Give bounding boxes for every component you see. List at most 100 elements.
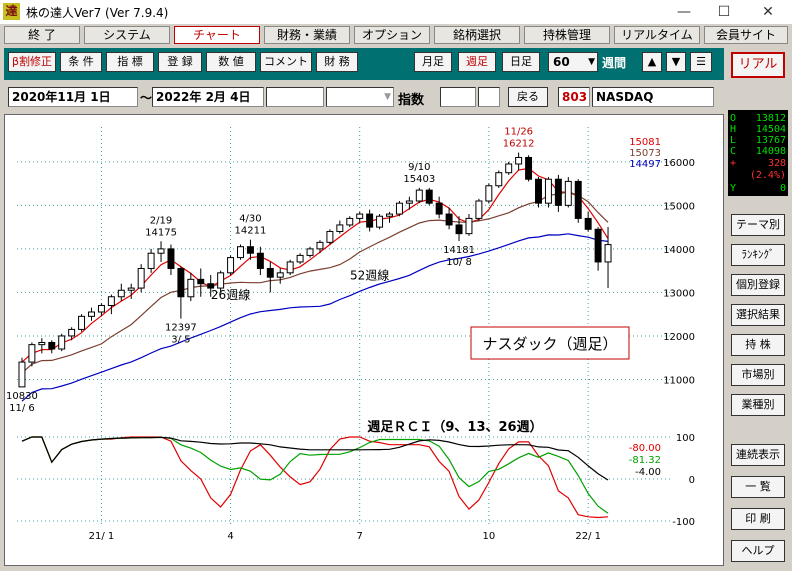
daily-button[interactable]: 日足 — [502, 52, 540, 72]
open-value: 13812 — [755, 113, 786, 124]
split-adjust-button[interactable]: β割修正 — [8, 52, 56, 72]
candle-body — [574, 180, 582, 219]
candle-body — [594, 228, 602, 263]
print-button[interactable]: 印 刷 — [731, 508, 785, 530]
blank-field[interactable] — [266, 87, 324, 107]
index-select[interactable]: ▼ — [326, 87, 394, 107]
end-date-field[interactable]: 2022年 2月 4日 — [152, 87, 264, 107]
annotation-date: 11/26 — [504, 127, 533, 138]
y-tick-label: 13000 — [663, 288, 695, 299]
market-button[interactable]: 市場別 — [731, 364, 785, 386]
continuous-display-button[interactable]: 連続表示 — [731, 444, 785, 466]
menu-lines-icon[interactable]: ☰ — [690, 52, 712, 72]
menu-holdings[interactable]: 持株管理 — [524, 26, 610, 44]
ranking-button[interactable]: ﾗﾝｷﾝｸﾞ — [731, 244, 785, 266]
candle-body — [286, 261, 294, 274]
candle-body — [544, 178, 552, 204]
menu-exit[interactable]: 終 了 — [4, 26, 80, 44]
candle-body — [356, 213, 364, 219]
annotation-date: 4/30 — [239, 214, 261, 225]
candle-body — [58, 335, 66, 350]
x-tick-label: 21/ 1 — [89, 531, 115, 542]
annotation-date: 3/ 5 — [171, 335, 190, 346]
candle-body — [68, 328, 76, 337]
candle-body — [246, 246, 254, 254]
candle-body — [147, 252, 155, 269]
indicator-button[interactable]: 指 標 — [106, 52, 154, 72]
period-count-select[interactable]: 60 ▼ — [548, 52, 598, 72]
annotation-date: 2/19 — [150, 215, 172, 226]
up-arrow-icon[interactable]: ▲ — [642, 52, 662, 72]
finance-button[interactable]: 財 務 — [316, 52, 358, 72]
quote-panel: O 13812 H 14504 L 13767 C 14098 + 328 (2… — [728, 110, 788, 196]
down-arrow-icon[interactable]: ▼ — [666, 52, 686, 72]
rci-tick-label: 100 — [676, 433, 695, 444]
high-value: 14504 — [755, 124, 786, 135]
candle-body — [97, 304, 105, 313]
candle-body — [495, 172, 503, 187]
rci-value: -81.32 — [629, 455, 661, 466]
rci-tick-label: 0 — [689, 475, 695, 486]
chart-area[interactable]: 11000 12000 13000 14000 15000 16000 21/ 1 4 7 10 2… — [4, 114, 724, 566]
candle-body — [266, 267, 274, 278]
close-icon[interactable]: ✕ — [756, 2, 780, 22]
candle-body — [157, 248, 165, 254]
values-button[interactable]: 数 値 — [206, 52, 256, 72]
candle-body — [237, 246, 244, 259]
y-tick-label: 12000 — [663, 332, 695, 343]
candle-body — [475, 200, 483, 219]
x-tick-label: 10 — [482, 531, 495, 542]
annotation-price: 14211 — [235, 226, 267, 237]
industry-button[interactable]: 業種別 — [731, 394, 785, 416]
candle-body — [604, 244, 612, 263]
start-date-field[interactable]: 2020年11月 1日 — [8, 87, 138, 107]
menu-chart[interactable]: チャート — [174, 26, 260, 44]
candle-body — [78, 315, 86, 330]
candle-body — [177, 267, 185, 298]
select-result-button[interactable]: 選択結果 — [731, 304, 785, 326]
stock-code-field[interactable]: 803 — [558, 87, 590, 107]
candle-body — [48, 341, 56, 350]
y-tick-label: 11000 — [663, 375, 695, 386]
individual-register-button[interactable]: 個別登録 — [731, 274, 785, 296]
menu-realtime[interactable]: リアルタイム — [614, 26, 700, 44]
minimize-icon[interactable]: — — [672, 2, 696, 22]
maximize-icon[interactable]: ☐ — [712, 2, 736, 22]
menu-option[interactable]: オプション — [354, 26, 430, 44]
condition-button[interactable]: 条 件 — [60, 52, 102, 72]
stock-name-field[interactable]: NASDAQ — [592, 87, 714, 107]
menu-system[interactable]: システム — [84, 26, 170, 44]
candle-body — [535, 178, 542, 204]
candle-body — [485, 185, 493, 202]
x-tick-label: 22/ 1 — [575, 531, 601, 542]
candle-body — [326, 230, 334, 243]
candle-body — [276, 272, 284, 278]
menu-stock-select[interactable]: 銘柄選択 — [434, 26, 520, 44]
y-tick-label: 14000 — [663, 245, 695, 256]
chevron-down-icon: ▼ — [588, 57, 595, 67]
help-button[interactable]: ヘルプ — [731, 540, 785, 562]
holdings-button[interactable]: 持 株 — [731, 334, 785, 356]
chart-title: ナスダック（週足） — [482, 335, 617, 353]
candle-body — [405, 200, 413, 204]
comment-button[interactable]: コメント — [260, 52, 312, 72]
back-button[interactable]: 戻る — [508, 87, 548, 107]
change-value: 328 — [767, 158, 786, 169]
y-tick-label: 15000 — [663, 201, 695, 212]
index-field-a[interactable] — [440, 87, 476, 107]
list-button[interactable]: 一 覧 — [731, 476, 785, 498]
weekly-button[interactable]: 週足 — [458, 52, 496, 72]
x-tick-label: 4 — [227, 531, 233, 542]
realtime-button[interactable]: リアル — [731, 52, 785, 78]
menu-member-site[interactable]: 会員サイト — [704, 26, 788, 44]
monthly-button[interactable]: 月足 — [414, 52, 452, 72]
candle-body — [117, 289, 125, 298]
change-pct-value: (2.4%) — [749, 170, 786, 181]
register-button[interactable]: 登 録 — [158, 52, 202, 72]
index-field-b[interactable] — [478, 87, 500, 107]
rci-line — [21, 436, 609, 519]
theme-button[interactable]: テーマ別 — [731, 214, 785, 236]
menu-financial[interactable]: 財務・業績 — [264, 26, 350, 44]
candle-body — [525, 156, 533, 180]
range-tilde: 〜 — [140, 91, 153, 105]
